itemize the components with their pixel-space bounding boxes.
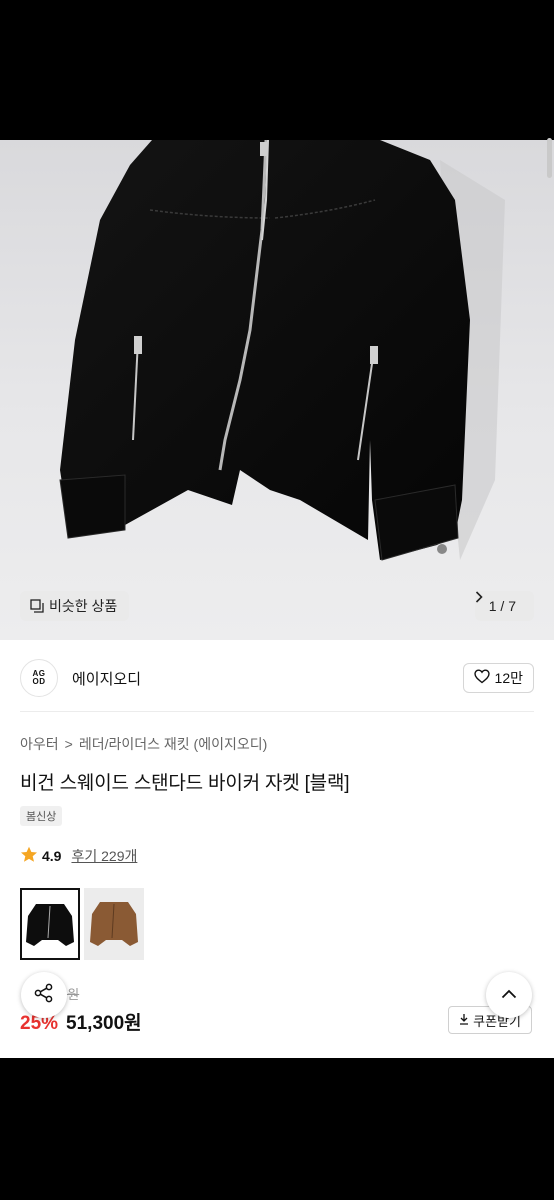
similar-products-label: 비슷한 상품 bbox=[49, 598, 118, 614]
like-count: 12만 bbox=[494, 670, 523, 686]
breadcrumb-separator: > bbox=[64, 736, 73, 752]
product-info-panel: AG OD 에이지오디 12만 아우터 > 레더/라이더스 재킷 (에이지오디)… bbox=[0, 640, 554, 1058]
scroll-to-top-button[interactable] bbox=[486, 972, 532, 1018]
breadcrumb: 아우터 > 레더/라이더스 재킷 (에이지오디) bbox=[20, 734, 267, 754]
black-jacket-thumbnail bbox=[26, 904, 74, 946]
new-season-tag: 봄신상 bbox=[20, 806, 63, 826]
similar-products-button[interactable]: 비슷한 상품 bbox=[20, 591, 130, 621]
brand-name-link[interactable]: 에이지오디 bbox=[72, 668, 141, 689]
divider bbox=[20, 711, 534, 712]
scrollbar[interactable] bbox=[547, 138, 552, 178]
color-swatch-black[interactable] bbox=[20, 888, 80, 960]
brown-jacket-thumbnail bbox=[90, 902, 138, 946]
share-button[interactable] bbox=[21, 972, 67, 1018]
breadcrumb-subcategory[interactable]: 레더/라이더스 재킷 (에이지오디) bbox=[79, 734, 267, 754]
share-icon bbox=[33, 982, 55, 1009]
top-black-bar bbox=[0, 0, 554, 140]
product-image-gallery[interactable]: 비슷한 상품 1 / 7 bbox=[0, 140, 554, 640]
similar-items-icon bbox=[30, 599, 44, 613]
color-swatch-brown[interactable] bbox=[84, 888, 144, 960]
brand-logo-text-bottom: OD bbox=[32, 677, 46, 686]
brand-row: AG OD 에이지오디 12만 bbox=[20, 658, 534, 698]
star-icon bbox=[20, 846, 38, 866]
image-counter[interactable]: 1 / 7 bbox=[474, 591, 534, 621]
download-icon bbox=[459, 1013, 469, 1028]
like-button[interactable]: 12만 bbox=[462, 663, 534, 693]
chevron-up-icon bbox=[501, 986, 517, 1004]
product-title: 비건 스웨이드 스탠다드 바이커 자켓 [블랙] bbox=[20, 773, 350, 794]
heart-icon bbox=[473, 669, 490, 687]
breadcrumb-category[interactable]: 아우터 bbox=[20, 734, 59, 754]
image-counter-text: 1 / 7 bbox=[488, 598, 516, 614]
sale-price: 51,300원 bbox=[66, 1013, 142, 1034]
rating-row: 4.9 후기 229개 bbox=[20, 846, 137, 866]
jacket-image bbox=[59, 140, 505, 561]
bottom-black-bar bbox=[0, 1058, 554, 1200]
rating-score: 4.9 bbox=[42, 848, 62, 864]
review-count-link[interactable]: 후기 229개 bbox=[71, 846, 137, 866]
brand-logo[interactable]: AG OD bbox=[20, 659, 58, 697]
